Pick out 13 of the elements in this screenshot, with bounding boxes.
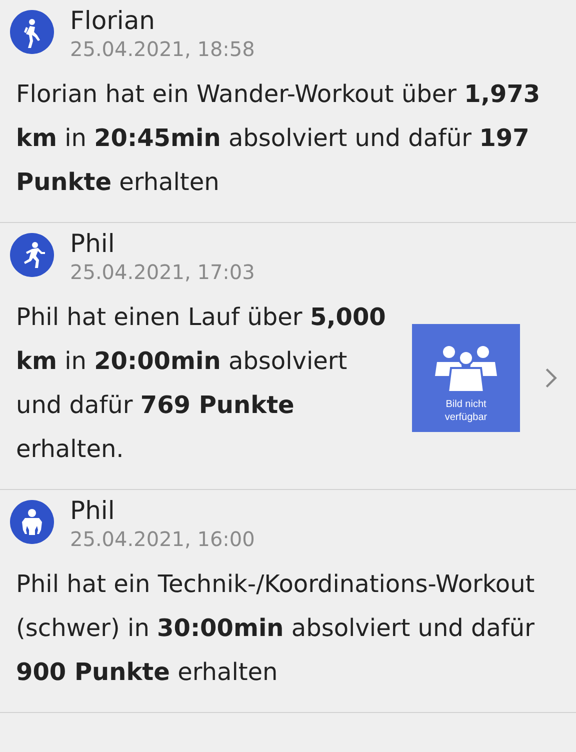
timestamp: 25.04.2021, 17:03 [70,259,255,285]
activity-text: Florian hat ein Wander-Workout über 1,973 km in 20:45min absolviert und dafür 197 Punkte erhalten [16,79,542,198]
user-name: Phil [70,496,116,526]
user-name: Phil [70,229,116,259]
activity-text: Phil hat ein Technik-/Koordinations-Workout (schwer) in 30:00min absolviert und dafür 900 Punkte erhalten [16,569,536,688]
timestamp: 25.04.2021, 16:00 [70,526,255,552]
person-icon [10,500,54,544]
user-name: Florian [70,6,156,36]
hiker-icon [10,10,54,54]
timestamp: 25.04.2021, 18:58 [70,36,255,62]
image-caption: Bild nicht verfügbar [444,398,488,424]
runner-icon [10,233,54,277]
activity-text: Phil hat einen Lauf über 5,000 km in 20:00min absolviert und dafür 769 Punkte erhalten. [16,302,387,465]
